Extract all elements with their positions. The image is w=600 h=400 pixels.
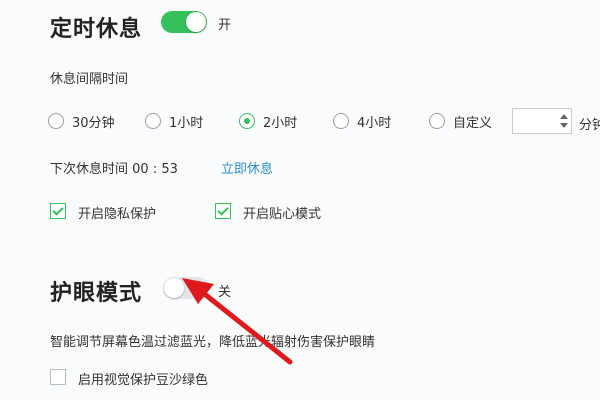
annotation-arrow-icon bbox=[182, 278, 293, 365]
arrow-shaft bbox=[199, 289, 293, 365]
